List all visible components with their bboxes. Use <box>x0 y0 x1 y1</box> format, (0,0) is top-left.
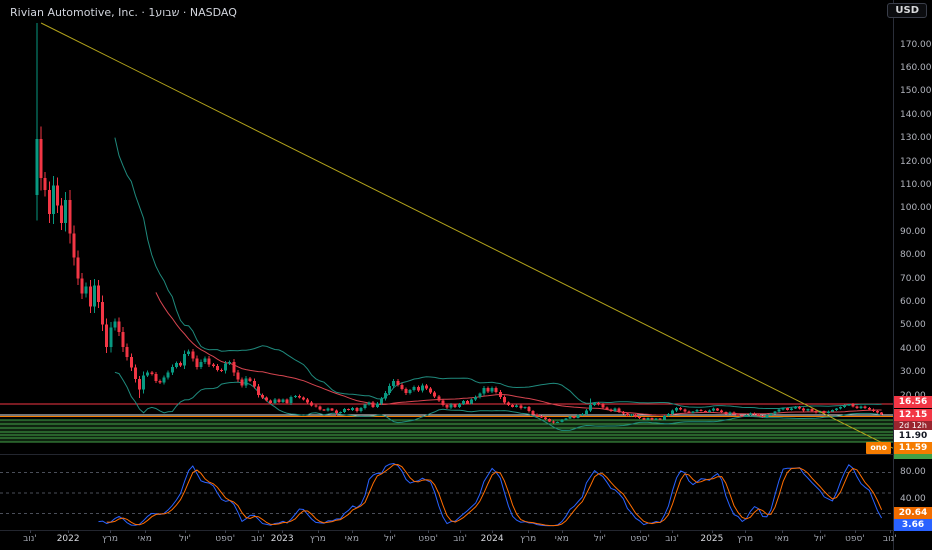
time-tick-mark <box>30 530 32 533</box>
stoch-d-badge: 20.64 <box>894 507 932 519</box>
time-tick-mark <box>640 530 642 533</box>
time-label: 2023 <box>270 534 294 544</box>
price-tick: 50.00 <box>900 320 926 331</box>
price-tick: 110.00 <box>900 179 932 190</box>
time-label: יול' <box>814 534 827 544</box>
time-tick-mark <box>745 530 747 533</box>
price-tick: 70.00 <box>900 273 926 284</box>
time-tick-mark <box>854 530 856 533</box>
time-tick-mark <box>599 530 601 533</box>
time-label: ספט' <box>215 534 236 544</box>
time-tick-mark <box>820 530 822 533</box>
price-tick: 120.00 <box>900 156 932 167</box>
time-tick-mark <box>317 530 319 533</box>
chart-window: Rivian Automotive, Inc. · 1שבוע · NASDAQ… <box>0 0 932 550</box>
time-label: מרץ <box>737 534 754 544</box>
time-tick-mark <box>109 530 111 533</box>
time-tick-mark <box>144 530 146 533</box>
price-tick: 150.00 <box>900 86 932 97</box>
time-label: מאי <box>554 534 569 544</box>
time-label: נוב' <box>453 534 467 544</box>
oscillator-tick: 80.00 <box>900 467 926 477</box>
time-tick-mark <box>390 530 391 533</box>
symbol-title: Rivian Automotive, Inc. · 1שבוע · NASDAQ <box>10 6 237 19</box>
candles-group <box>35 22 884 424</box>
time-tick-mark <box>428 530 430 533</box>
bar-countdown-badge: 2d 12h <box>894 421 932 430</box>
time-label: מאי <box>137 534 152 544</box>
time-label: נוב' <box>665 534 679 544</box>
time-tick-mark <box>528 530 530 533</box>
support-zone-fill <box>0 419 893 442</box>
time-label: נוב' <box>23 534 37 544</box>
price-tick: 140.00 <box>900 109 932 120</box>
trendline <box>40 22 894 449</box>
time-axis[interactable]: נוב' 2022 מרץ מאי יול' ספט' נוב' 2023 מרץ מאי יול'… <box>0 530 897 550</box>
time-tick-mark <box>351 530 353 533</box>
time-label: ספט' <box>418 534 439 544</box>
time-label: מאי <box>774 534 790 544</box>
price-tick: 100.00 <box>900 203 932 214</box>
time-tick-mark <box>185 530 186 533</box>
price-tick: 160.00 <box>900 62 932 73</box>
price-tick: 170.00 <box>900 39 932 50</box>
price-tick: 130.00 <box>900 133 932 144</box>
time-tick-mark <box>282 530 284 533</box>
time-tick-mark <box>257 530 259 533</box>
time-tick-mark <box>889 530 891 533</box>
moving-average-line <box>155 292 882 416</box>
level-badge-red: 16.56 <box>894 396 932 408</box>
time-tick-mark <box>492 530 494 533</box>
level-badge-white: 11.90 <box>894 430 932 442</box>
time-label: מרץ <box>309 534 326 544</box>
stoch-k-badge: 3.66 <box>894 519 932 531</box>
time-tick-mark <box>711 530 713 533</box>
price-tick: 80.00 <box>900 250 926 261</box>
price-axis[interactable]: 16.56 12.15 2d 12h 11.90 11.59 20.64 3.6… <box>894 0 932 531</box>
time-label: נוב' <box>882 534 897 544</box>
time-tick-mark <box>460 530 462 533</box>
time-tick-mark <box>561 530 563 533</box>
price-tick: 40.00 <box>900 343 926 354</box>
time-label: 2024 <box>480 534 504 544</box>
time-tick-mark <box>672 530 674 533</box>
time-label: 2022 <box>56 534 80 544</box>
level-badge-green-partial <box>894 454 932 459</box>
price-tick: 90.00 <box>900 226 926 237</box>
price-tick: 60.00 <box>900 296 926 307</box>
trendline-alert-tag[interactable]: ono <box>866 442 891 454</box>
bollinger-upper-line <box>114 137 882 409</box>
time-label: יול' <box>593 534 606 544</box>
time-label: יול' <box>178 534 192 544</box>
time-tick-mark <box>225 530 227 533</box>
oscillator-tick: 40.00 <box>900 494 926 505</box>
time-label: ספט' <box>845 534 865 544</box>
time-label: מרץ <box>520 534 537 544</box>
level-badge-orange: 11.59 <box>894 442 932 454</box>
last-price-badge: 12.15 <box>894 409 932 421</box>
time-label: 2025 <box>700 534 724 544</box>
chart-canvas[interactable] <box>0 0 932 550</box>
time-label: מאי <box>344 534 359 544</box>
time-tick-mark <box>781 530 783 533</box>
time-label: ספט' <box>630 534 650 544</box>
time-label: יול' <box>383 534 397 544</box>
price-tick: 30.00 <box>900 367 926 378</box>
time-tick-mark <box>68 530 70 533</box>
time-label: מרץ <box>101 534 118 544</box>
pane-divider <box>0 454 932 455</box>
currency-button[interactable]: USD <box>887 3 927 18</box>
